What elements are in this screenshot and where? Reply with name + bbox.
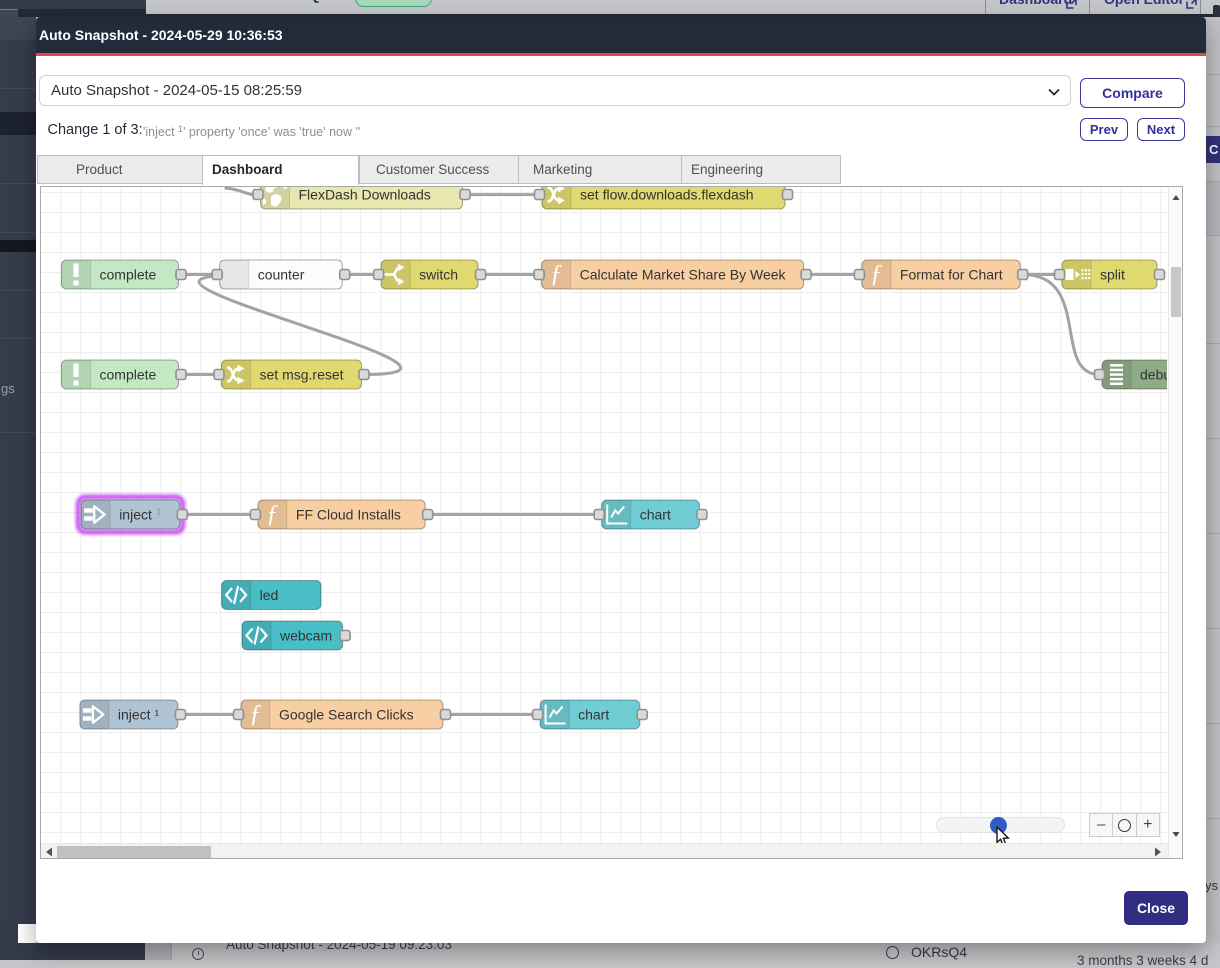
svg-text:chart: chart — [578, 707, 609, 723]
svg-text:split: split — [1100, 267, 1125, 283]
svg-text:chart: chart — [640, 507, 671, 523]
svg-text:set msg.reset: set msg.reset — [260, 367, 344, 383]
svg-text:complete: complete — [100, 267, 157, 283]
svg-text:ƒ: ƒ — [550, 261, 563, 288]
svg-text:counter: counter — [258, 267, 305, 283]
svg-text:ƒ: ƒ — [266, 501, 279, 528]
svg-text:FlexDash Downloads: FlexDash Downloads — [299, 187, 431, 203]
svg-text:set flow.downloads.flexdash: set flow.downloads.flexdash — [580, 187, 754, 203]
svg-text:led: led — [260, 587, 279, 603]
svg-text:inject: inject — [119, 507, 152, 523]
svg-text:switch: switch — [419, 267, 458, 283]
svg-text:webcam: webcam — [279, 628, 332, 644]
svg-text:Calculate Market Share By Week: Calculate Market Share By Week — [580, 267, 787, 283]
svg-text:debug: debug — [1140, 367, 1167, 383]
svg-text:1: 1 — [156, 507, 161, 517]
svg-text:Google Search Clicks: Google Search Clicks — [279, 707, 414, 723]
svg-text:ƒ: ƒ — [870, 261, 883, 288]
svg-text:ƒ: ƒ — [249, 701, 262, 728]
svg-text:complete: complete — [100, 367, 157, 383]
svg-text:Format for Chart: Format for Chart — [900, 267, 1003, 283]
svg-text:inject ¹: inject ¹ — [118, 707, 160, 723]
svg-text:FF Cloud Installs: FF Cloud Installs — [296, 507, 401, 523]
